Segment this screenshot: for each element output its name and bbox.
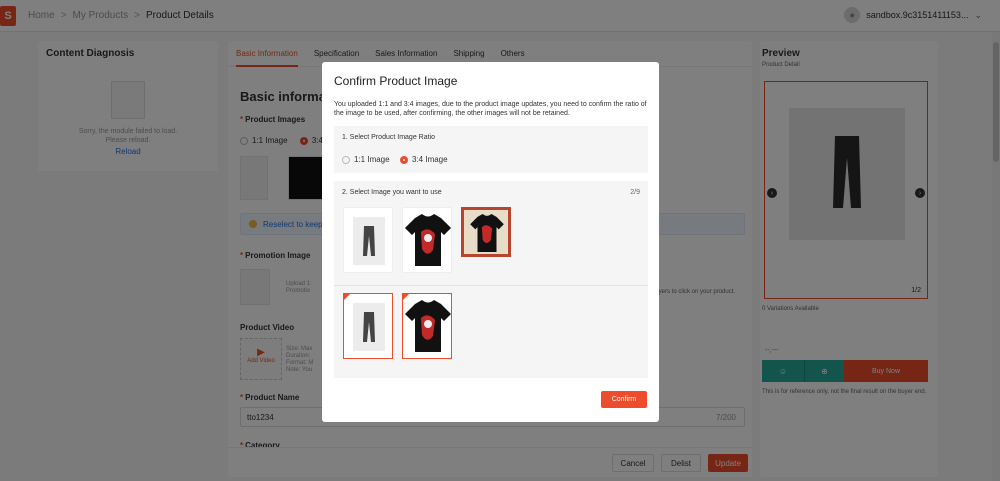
ratio-step-label: 1. Select Product Image Ratio <box>342 134 435 141</box>
selected-image-tshirt[interactable] <box>402 293 452 359</box>
ratio-option-1-1-label: 1:1 Image <box>354 155 390 164</box>
pants-image-icon <box>363 312 375 342</box>
image-step-label: 2. Select Image you want to use <box>342 189 442 196</box>
tshirt-image-icon <box>405 300 451 352</box>
image-option-pants[interactable] <box>343 207 393 273</box>
image-option-tshirt[interactable] <box>402 207 452 273</box>
ratio-option-3-4[interactable]: 3:4 Image <box>400 155 448 164</box>
confirm-product-image-dialog: Confirm Product Image You uploaded 1:1 a… <box>322 62 659 422</box>
ratio-option-1-1[interactable]: 1:1 Image <box>342 155 390 164</box>
confirm-button[interactable]: Confirm <box>601 391 647 408</box>
selected-image-pants[interactable] <box>343 293 393 359</box>
image-selection-box: 2. Select Image you want to use 2/9 <box>334 181 648 378</box>
radio-ratio-3-4[interactable] <box>400 155 408 164</box>
selection-divider <box>334 285 648 286</box>
ratio-selection-box: 1. Select Product Image Ratio 1:1 Image … <box>334 126 648 173</box>
radio-ratio-1-1[interactable] <box>342 155 350 164</box>
image-page-count: 2/9 <box>630 189 640 196</box>
dialog-description: You uploaded 1:1 and 3:4 images, due to … <box>334 101 647 117</box>
tshirt-image-icon <box>470 214 504 252</box>
pants-image-icon <box>363 226 375 256</box>
ratio-option-3-4-label: 3:4 Image <box>412 155 448 164</box>
image-option-tshirt-framed[interactable] <box>461 207 511 257</box>
dialog-title: Confirm Product Image <box>334 74 458 88</box>
selected-corner-icon <box>343 293 351 301</box>
tshirt-image-icon <box>405 214 451 266</box>
